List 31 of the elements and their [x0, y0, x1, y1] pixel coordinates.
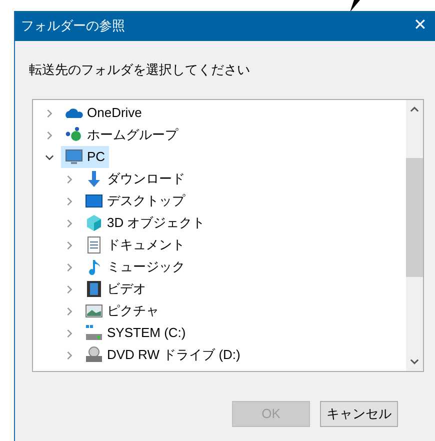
cancel-button[interactable]: キャンセル: [320, 401, 398, 427]
scrollbar[interactable]: [406, 100, 423, 371]
prompt-text: 転送先のフォルダを選択してください: [29, 62, 250, 77]
monitor-icon: [65, 148, 83, 166]
document-icon: [85, 236, 103, 254]
tree-item[interactable]: 3D オブジェクト: [81, 212, 210, 234]
scrollbar-thumb[interactable]: [406, 158, 423, 277]
film-icon: [85, 280, 103, 298]
tree-item[interactable]: SYSTEM (C:): [81, 322, 190, 344]
tree-item[interactable]: OneDrive: [61, 102, 146, 124]
disc-drive-icon: [85, 346, 103, 364]
tree-item[interactable]: DVD RW ドライブ (D:): [81, 344, 244, 366]
desktop-icon: [85, 192, 103, 210]
tree-item[interactable]: ビデオ: [81, 278, 150, 300]
picture-icon: [85, 302, 103, 320]
tree-item[interactable]: デスクトップ: [81, 190, 189, 212]
close-button[interactable]: ✕: [405, 11, 435, 41]
window-title: フォルダーの参照: [21, 17, 125, 36]
down-arrow-icon: [85, 170, 103, 188]
drive-icon: [85, 324, 103, 342]
tree-item[interactable]: ミュージック: [81, 256, 189, 278]
tree-item[interactable]: PC: [61, 146, 110, 168]
scroll-up-icon[interactable]: [410, 105, 419, 114]
cube-icon: [85, 214, 103, 232]
scroll-down-icon[interactable]: [410, 357, 419, 366]
network-icon: [65, 126, 83, 144]
tree-item[interactable]: ホームグループ: [61, 124, 182, 146]
tree-item[interactable]: ダウンロード: [81, 168, 189, 190]
tree-item[interactable]: ピクチャ: [81, 300, 163, 322]
pointer-arrow-icon: [350, 0, 360, 12]
tree-item[interactable]: ドキュメント: [81, 234, 189, 256]
